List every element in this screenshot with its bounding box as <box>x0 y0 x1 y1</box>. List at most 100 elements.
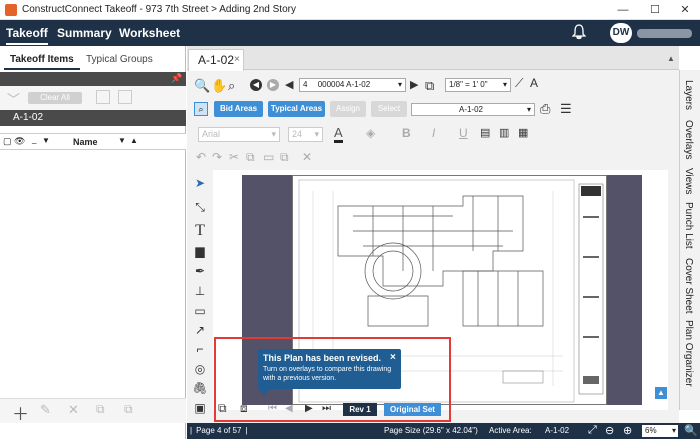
redo-icon[interactable]: ↷ <box>212 150 222 164</box>
edit-icon[interactable]: ✎ <box>40 402 51 418</box>
name-filter-icon[interactable]: ▼ <box>118 136 126 145</box>
bell-icon[interactable] <box>571 24 587 40</box>
visibility-column-icon[interactable]: 👁 <box>14 136 25 147</box>
revision-popup-close[interactable]: × <box>390 352 396 363</box>
back-icon[interactable]: ◀ <box>250 79 262 91</box>
highlight-icon[interactable]: ▆ <box>192 244 208 260</box>
callout-icon[interactable]: ⌐ <box>192 342 208 358</box>
font-family-select[interactable]: Arial ▾ <box>198 127 280 142</box>
measure-icon[interactable]: ⤡ <box>192 200 208 216</box>
chevron-down-icon[interactable]: ﹀ <box>7 89 20 108</box>
prev-revision-icon[interactable]: ◀ <box>285 403 293 414</box>
zoom-select[interactable]: 6% ▾ <box>642 425 678 437</box>
column-name[interactable]: Name <box>73 137 98 147</box>
pointer-icon[interactable]: ➤ <box>192 176 208 192</box>
pdf-icon[interactable]: ▤ <box>480 126 490 139</box>
typical-areas-button[interactable]: Typical Areas <box>268 101 325 117</box>
sheet-selector[interactable]: A-1-02 ▾ <box>411 103 535 116</box>
notes-icon[interactable]: ▦ <box>518 126 528 139</box>
underline-icon[interactable]: U <box>459 126 468 140</box>
assign-button[interactable]: Assign <box>330 101 366 117</box>
photo-icon[interactable]: ◎ <box>192 362 208 378</box>
page-view-icon[interactable]: ⧉ <box>425 78 434 94</box>
copy-doc-icon[interactable]: ⧉ <box>246 150 255 165</box>
attachment-icon[interactable]: 🖇 <box>192 381 208 397</box>
duplicate-icon[interactable]: ⧉ <box>280 150 289 165</box>
search-icon[interactable]: 🔍 <box>194 78 210 94</box>
select-button[interactable]: Select <box>371 101 407 117</box>
prev-page-icon[interactable]: ◀ <box>285 78 293 91</box>
rectangle-icon[interactable]: ▭ <box>192 304 208 320</box>
sort-asc-icon[interactable]: ▲ <box>130 136 138 145</box>
first-revision-icon[interactable]: ⏮ <box>268 403 277 414</box>
bid-areas-button[interactable]: Bid Areas <box>214 101 263 117</box>
fit-page-icon[interactable]: ⤢ <box>588 424 597 437</box>
font-color-icon[interactable]: A <box>334 126 343 143</box>
overlay-toggle-icon[interactable]: ⧈ <box>240 401 248 416</box>
expand-all-icon[interactable] <box>118 90 132 104</box>
tab-plan-organizer[interactable]: Plan Organizer <box>683 320 694 387</box>
clear-all-button[interactable]: Clear All <box>28 92 82 104</box>
undo-icon[interactable]: ↶ <box>196 150 206 164</box>
zoom-window-icon[interactable]: ⌕ <box>228 78 235 94</box>
delete-markup-icon[interactable]: ✕ <box>302 150 312 164</box>
checkbox-column-icon[interactable]: ▢ <box>3 136 12 147</box>
menu-takeoff[interactable]: Takeoff <box>6 26 48 45</box>
stamp-icon[interactable]: ⊥ <box>192 284 208 300</box>
menu-worksheet[interactable]: Worksheet <box>119 26 180 40</box>
compare-pages-icon[interactable]: ⧉ <box>218 401 227 416</box>
scroll-up-icon[interactable]: ▲ <box>655 387 667 399</box>
column-underscore[interactable]: _ <box>32 135 36 144</box>
tab-typical-groups[interactable]: Typical Groups <box>80 50 159 70</box>
doc-tab-close[interactable]: × <box>234 54 240 65</box>
minimize-button[interactable]: — <box>608 0 638 20</box>
pen-icon[interactable]: ✒ <box>192 264 208 280</box>
italic-icon[interactable]: I <box>432 126 435 140</box>
tab-punch-list[interactable]: Punch List <box>683 202 694 249</box>
add-icon[interactable]: ＋ <box>12 400 29 425</box>
zoom-in-icon[interactable]: ⊕ <box>623 424 632 437</box>
print-icon[interactable]: ⎙ <box>540 101 550 117</box>
last-revision-icon[interactable]: ⏭ <box>322 403 331 414</box>
text-tool-icon[interactable]: T <box>192 222 208 239</box>
paste-icon[interactable]: ▭ <box>263 150 274 164</box>
arrow-icon[interactable]: ↗ <box>192 323 208 339</box>
image-icon[interactable]: ▣ <box>192 401 208 417</box>
fill-color-icon[interactable]: ◈ <box>366 126 375 140</box>
zoom-out-icon[interactable]: ⊖ <box>605 424 614 437</box>
bold-icon[interactable]: B <box>402 126 411 140</box>
area-select-icon[interactable]: ⌕ <box>194 102 208 116</box>
cut-icon[interactable]: ✂ <box>229 150 239 164</box>
menu-summary[interactable]: Summary <box>57 26 112 40</box>
collapse-all-icon[interactable] <box>96 90 110 104</box>
text-scale-icon[interactable]: A <box>530 76 538 90</box>
page-number: 4 <box>303 80 308 89</box>
tab-layers[interactable]: Layers <box>683 80 694 110</box>
move-icon[interactable]: ⧉ <box>124 402 133 417</box>
maximize-button[interactable]: ☐ <box>640 0 670 20</box>
pan-hand-icon[interactable]: ✋ <box>211 78 227 94</box>
filter-icon[interactable]: ▼ <box>42 136 50 145</box>
list-icon[interactable]: ☰ <box>560 101 572 117</box>
copy-icon[interactable]: ⧉ <box>96 402 105 417</box>
tab-takeoff-items[interactable]: Takeoff Items <box>4 50 80 70</box>
page-selector[interactable]: 4 000004 A-1-02 ▾ <box>299 78 406 92</box>
rev1-button[interactable]: Rev 1 <box>343 403 377 416</box>
next-page-icon[interactable]: ▶ <box>410 78 418 91</box>
magnifier-icon[interactable]: 🔍 <box>684 424 698 437</box>
next-revision-icon[interactable]: ▶ <box>305 403 313 414</box>
tab-overlays[interactable]: Overlays <box>683 120 694 159</box>
pin-icon[interactable]: 📌 <box>171 73 182 84</box>
delete-icon[interactable]: ✕ <box>68 402 79 418</box>
font-size-select[interactable]: 24 ▾ <box>288 127 323 142</box>
forward-icon[interactable]: ▶ <box>267 79 279 91</box>
scale-selector[interactable]: 1/8" = 1' 0" ▾ <box>445 78 511 92</box>
close-window-button[interactable]: ✕ <box>670 0 700 20</box>
tab-menu-icon[interactable]: ▲ <box>667 54 675 63</box>
tab-views[interactable]: Views <box>683 168 694 195</box>
original-set-button[interactable]: Original Set <box>384 403 441 416</box>
calibrate-icon[interactable]: ⟋ <box>515 76 523 91</box>
document-icon[interactable]: ▥ <box>499 126 509 139</box>
avatar[interactable]: DW <box>610 23 632 43</box>
tab-cover-sheet[interactable]: Cover Sheet <box>683 258 694 314</box>
